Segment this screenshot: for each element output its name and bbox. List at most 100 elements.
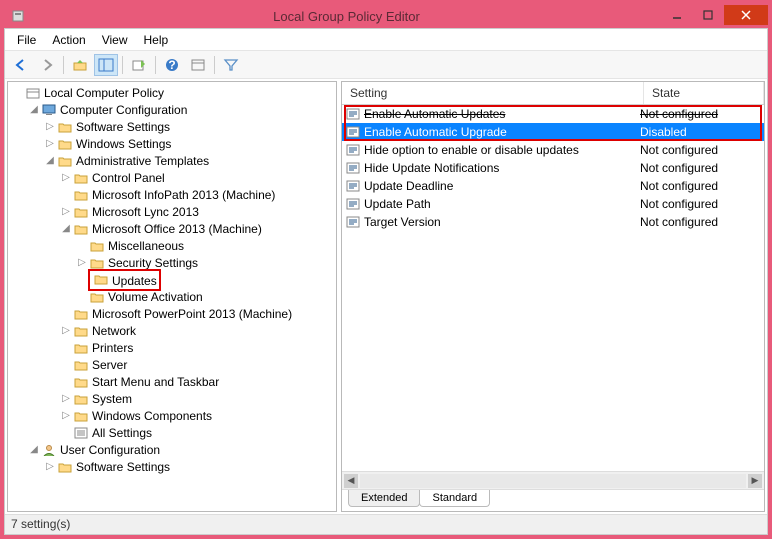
tree-label: All Settings xyxy=(92,426,152,440)
tree-miscellaneous[interactable]: Miscellaneous xyxy=(76,237,336,254)
tree-printers[interactable]: Printers xyxy=(60,339,336,356)
setting-name: Enable Automatic Upgrade xyxy=(364,125,507,139)
folder-icon xyxy=(57,137,73,151)
list-header: Setting State xyxy=(342,82,764,105)
window-title: Local Group Policy Editor xyxy=(32,9,661,24)
tree-root[interactable]: Local Computer Policy xyxy=(12,84,336,101)
expand-icon[interactable]: ▷ xyxy=(76,257,88,268)
tree-label: Microsoft Lync 2013 xyxy=(92,205,199,219)
scroll-track[interactable] xyxy=(360,474,746,488)
tree-network[interactable]: ▷Network xyxy=(60,322,336,339)
col-state[interactable]: State xyxy=(644,82,764,104)
collapse-icon[interactable]: ◢ xyxy=(60,223,72,234)
up-folder-button[interactable] xyxy=(68,54,92,76)
setting-name: Update Path xyxy=(364,197,431,211)
collapse-icon[interactable]: ◢ xyxy=(44,155,56,166)
collapse-icon[interactable]: ◢ xyxy=(28,104,40,115)
expand-icon[interactable]: ▷ xyxy=(44,121,56,132)
folder-icon xyxy=(73,375,89,389)
setting-name: Update Deadline xyxy=(364,179,453,193)
scroll-left-icon[interactable]: ◀ xyxy=(344,474,358,488)
list-row[interactable]: Target VersionNot configured xyxy=(342,213,764,231)
minimize-button[interactable] xyxy=(662,5,692,25)
tree-label: Administrative Templates xyxy=(76,154,209,168)
folder-icon xyxy=(57,154,73,168)
export-button[interactable] xyxy=(127,54,151,76)
filter-button[interactable] xyxy=(219,54,243,76)
tree-label: Windows Settings xyxy=(76,137,171,151)
list-row[interactable]: Update DeadlineNot configured xyxy=(342,177,764,195)
tree-software-settings[interactable]: ▷Software Settings xyxy=(44,118,336,135)
setting-state: Not configured xyxy=(640,107,760,121)
tree-label: User Configuration xyxy=(60,443,160,457)
tree-user-software-settings[interactable]: ▷Software Settings xyxy=(44,458,336,475)
list-row[interactable]: Hide option to enable or disable updates… xyxy=(342,141,764,159)
expand-icon[interactable]: ▷ xyxy=(60,410,72,421)
tree-ms-office[interactable]: ◢Microsoft Office 2013 (Machine) xyxy=(60,220,336,237)
list-row[interactable]: Hide Update NotificationsNot configured xyxy=(342,159,764,177)
tree-label: Security Settings xyxy=(108,256,198,270)
tree-all-settings[interactable]: All Settings xyxy=(60,424,336,441)
policy-item-icon xyxy=(346,126,360,138)
tree-ms-powerpoint[interactable]: Microsoft PowerPoint 2013 (Machine) xyxy=(60,305,336,322)
view-tabs: Extended Standard xyxy=(342,489,764,511)
horizontal-scrollbar[interactable]: ◀ ▶ xyxy=(342,471,764,489)
collapse-icon[interactable]: ◢ xyxy=(28,444,40,455)
list-body[interactable]: Enable Automatic UpdatesNot configuredEn… xyxy=(342,105,764,471)
menu-help[interactable]: Help xyxy=(136,31,177,49)
folder-icon xyxy=(73,188,89,202)
policy-item-icon xyxy=(346,144,360,156)
expand-icon[interactable]: ▷ xyxy=(44,461,56,472)
tree-computer-config[interactable]: ◢ Computer Configuration xyxy=(28,101,336,118)
close-button[interactable] xyxy=(724,5,768,25)
expand-icon[interactable]: ▷ xyxy=(60,393,72,404)
tree-panel[interactable]: Local Computer Policy ◢ Computer Configu… xyxy=(7,81,337,512)
list-row[interactable]: Enable Automatic UpdatesNot configured xyxy=(342,105,764,123)
tree-system[interactable]: ▷ System xyxy=(60,390,336,407)
tree-label: Volume Activation xyxy=(108,290,203,304)
forward-button[interactable] xyxy=(35,54,59,76)
tree-control-panel[interactable]: ▷Control Panel xyxy=(60,169,336,186)
policy-item-icon xyxy=(346,216,360,228)
menubar: File Action View Help xyxy=(5,29,767,51)
maximize-button[interactable] xyxy=(693,5,723,25)
folder-icon xyxy=(73,205,89,219)
expand-icon[interactable]: ▷ xyxy=(44,138,56,149)
folder-icon xyxy=(73,341,89,355)
tree-label: Microsoft InfoPath 2013 (Machine) xyxy=(92,188,275,202)
folder-icon xyxy=(89,290,105,304)
expand-icon[interactable]: ▷ xyxy=(60,325,72,336)
list-row[interactable]: Enable Automatic UpgradeDisabled xyxy=(342,123,764,141)
menu-view[interactable]: View xyxy=(94,31,136,49)
back-button[interactable] xyxy=(9,54,33,76)
policy-item-icon xyxy=(346,162,360,174)
expand-icon[interactable]: ▷ xyxy=(60,206,72,217)
tree-windows-settings[interactable]: ▷ Windows Settings xyxy=(44,135,336,152)
properties-button[interactable] xyxy=(186,54,210,76)
user-icon xyxy=(41,443,57,457)
tree-admin-templates[interactable]: ◢ Administrative Templates xyxy=(44,152,336,169)
tab-standard[interactable]: Standard xyxy=(419,490,490,507)
menu-action[interactable]: Action xyxy=(44,31,93,49)
help-button[interactable]: ? xyxy=(160,54,184,76)
tree-updates[interactable]: Updates xyxy=(76,271,336,288)
tree-label: System xyxy=(92,392,132,406)
tab-extended[interactable]: Extended xyxy=(348,490,420,507)
col-setting[interactable]: Setting xyxy=(342,82,644,104)
folder-icon xyxy=(57,460,73,474)
tree-server[interactable]: Server xyxy=(60,356,336,373)
show-hide-tree-button[interactable] xyxy=(94,54,118,76)
expand-icon[interactable]: ▷ xyxy=(60,172,72,183)
tree-ms-infopath[interactable]: Microsoft InfoPath 2013 (Machine) xyxy=(60,186,336,203)
list-row[interactable]: Update PathNot configured xyxy=(342,195,764,213)
scroll-right-icon[interactable]: ▶ xyxy=(748,474,762,488)
tree-user-config[interactable]: ◢ User Configuration xyxy=(28,441,336,458)
folder-icon xyxy=(89,256,105,270)
tree-label: Start Menu and Taskbar xyxy=(92,375,219,389)
tree-volume-activation[interactable]: Volume Activation xyxy=(76,288,336,305)
menu-file[interactable]: File xyxy=(9,31,44,49)
tree-windows-components[interactable]: ▷Windows Components xyxy=(60,407,336,424)
tree-start-menu[interactable]: Start Menu and Taskbar xyxy=(60,373,336,390)
tree-ms-lync[interactable]: ▷ Microsoft Lync 2013 xyxy=(60,203,336,220)
statusbar: 7 setting(s) xyxy=(5,514,767,534)
